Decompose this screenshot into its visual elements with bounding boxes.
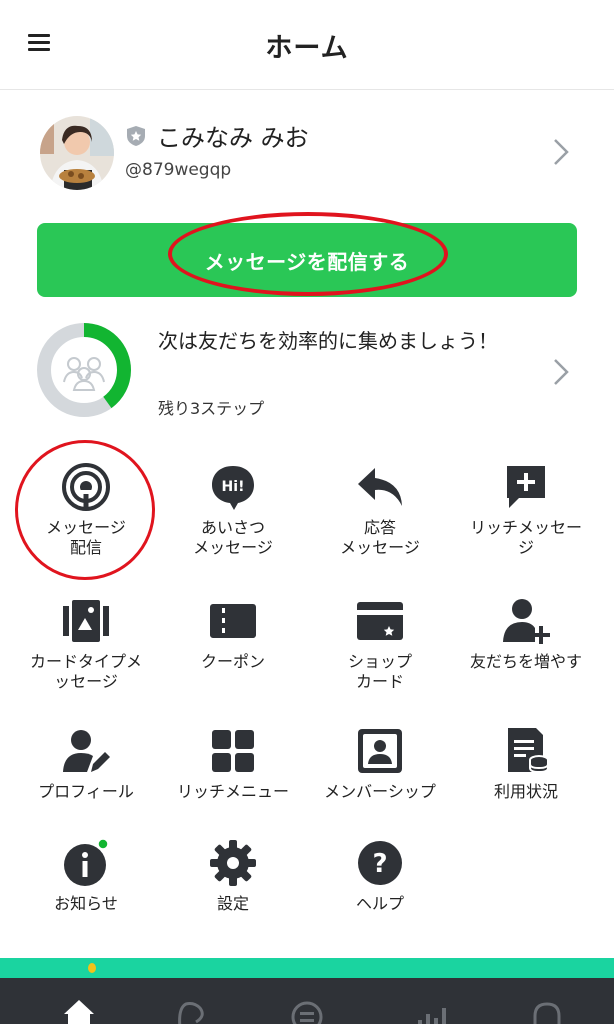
bottom-nav	[0, 978, 614, 1024]
menu-label: ヘルプ	[355, 894, 404, 913]
banner-decoration	[88, 963, 96, 973]
menu-label: メンバーシップ	[324, 782, 436, 801]
menu-label: 友だちを増やす	[469, 652, 582, 671]
chevron-right-icon	[554, 359, 569, 385]
chevron-right-icon	[554, 139, 569, 165]
nav-profile[interactable]	[488, 978, 610, 1024]
menu-label: 利用状況	[493, 782, 558, 801]
broadcast-icon	[62, 463, 110, 511]
card-type-icon	[63, 600, 109, 642]
nav-home[interactable]	[0, 978, 122, 1024]
menu-item-broadcast[interactable]: メッセージ 配信	[13, 462, 159, 558]
verified-shield-icon	[127, 126, 145, 146]
menu-item-shop-card[interactable]: ショップ カード	[307, 596, 453, 692]
avatar	[40, 116, 114, 190]
analytics-icon	[418, 1008, 446, 1024]
menu-item-auto-reply[interactable]: 応答 メッセージ	[307, 462, 453, 558]
account-icon	[533, 1002, 561, 1024]
membership-icon	[358, 729, 402, 773]
nav-timeline[interactable]	[244, 978, 366, 1024]
menu-item-profile[interactable]: プロフィール	[13, 726, 159, 802]
account-name: こみなみ みお	[157, 124, 309, 152]
broadcast-message-button[interactable]: メッセージを配信する	[37, 223, 577, 297]
header: ホーム	[0, 0, 614, 90]
svg-text:?: ?	[372, 849, 387, 879]
add-friend-icon	[503, 599, 550, 644]
profile-icon	[63, 730, 110, 772]
account-profile[interactable]: こみなみ みお @879wegqp	[0, 92, 614, 212]
svg-text:Hi!: Hi!	[222, 479, 245, 495]
menu-item-add-friends[interactable]: 友だちを増やす	[453, 596, 599, 672]
menu-label: プロフィール	[38, 782, 134, 801]
menu-item-coupon[interactable]: クーポン	[160, 596, 306, 672]
menu-item-notices[interactable]: お知らせ	[13, 838, 159, 914]
home-screen: ホーム こみなみ みお @879wegqp メッセージを配信する 次は友だちを効…	[0, 0, 614, 1024]
friends-icon	[63, 357, 105, 391]
friend-progress-card[interactable]: 次は友だちを効率的に集めましょう！ 残り3ステップ	[0, 312, 614, 422]
reply-icon	[358, 468, 402, 506]
menu-item-help[interactable]: ? ヘルプ	[307, 838, 453, 914]
menu-label: お知らせ	[54, 894, 118, 913]
nav-analytics[interactable]	[366, 978, 488, 1024]
menu-item-usage[interactable]: 利用状況	[453, 726, 599, 802]
shop-card-icon	[357, 602, 403, 640]
menu-item-membership[interactable]: メンバーシップ	[307, 726, 453, 802]
info-icon	[64, 838, 109, 886]
menu-label: 応答 メッセージ	[340, 518, 420, 557]
gear-icon	[210, 840, 256, 886]
progress-steps: 残り3ステップ	[158, 399, 265, 418]
home-icon	[64, 1000, 94, 1024]
nav-chat[interactable]	[122, 978, 244, 1024]
menu-label: リッチメッセー ジ	[469, 518, 582, 557]
rich-menu-icon	[212, 730, 254, 772]
page-title: ホーム	[265, 33, 349, 64]
menu-label: ショップ カード	[347, 652, 412, 691]
menu-label: あいさつ メッセージ	[193, 518, 273, 557]
menu-label: 設定	[216, 894, 249, 913]
menu-item-card-type[interactable]: カードタイプメ ッセージ	[13, 596, 159, 692]
menu-label: メッセージ 配信	[46, 518, 126, 557]
menu-item-settings[interactable]: 設定	[160, 838, 306, 914]
menu-label: クーポン	[200, 652, 265, 671]
menu-label: カードタイプメ ッセージ	[29, 652, 142, 691]
menu-label: リッチメニュー	[176, 782, 289, 801]
timeline-icon	[291, 1001, 323, 1024]
coupon-icon	[210, 604, 256, 638]
progress-ring	[37, 323, 131, 417]
chat-icon	[178, 1002, 204, 1024]
broadcast-button-label: メッセージを配信する	[204, 249, 410, 274]
menu-item-rich-message[interactable]: リッチメッセー ジ	[453, 462, 599, 558]
menu-item-rich-menu[interactable]: リッチメニュー	[160, 726, 306, 802]
help-icon: ?	[358, 841, 402, 885]
usage-icon	[508, 728, 549, 774]
account-id: @879wegqp	[125, 160, 232, 180]
menu-item-greeting[interactable]: Hi! あいさつ メッセージ	[160, 462, 306, 558]
progress-message: 次は友だちを効率的に集めましょう！	[158, 329, 498, 353]
rich-message-icon	[507, 466, 545, 508]
greeting-icon: Hi!	[212, 466, 254, 510]
